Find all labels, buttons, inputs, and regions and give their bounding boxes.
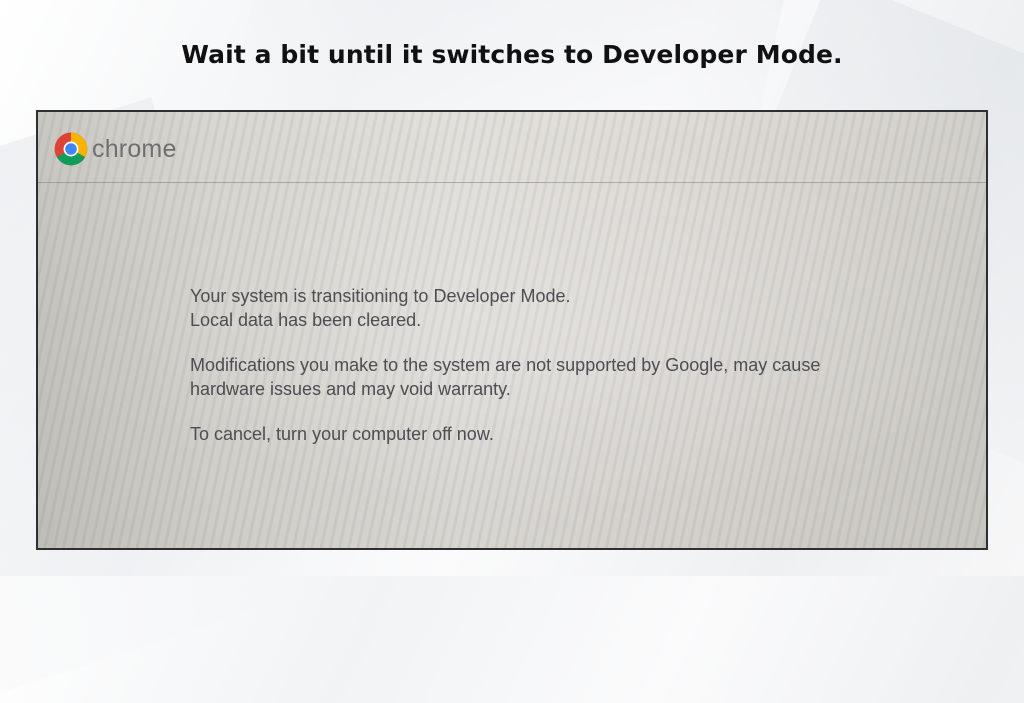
message-line: Local data has been cleared.	[190, 310, 422, 330]
message-line: Your system is transitioning to Develope…	[190, 286, 571, 306]
cancel-paragraph: To cancel, turn your computer off now.	[190, 422, 930, 446]
chrome-brand: chrome	[54, 132, 177, 166]
developer-mode-message: Your system is transitioning to Develope…	[190, 284, 930, 467]
chrome-logo-icon	[54, 132, 88, 166]
message-line: hardware issues and may void warranty.	[190, 379, 511, 399]
message-line: To cancel, turn your computer off now.	[190, 424, 494, 444]
header-divider	[38, 182, 986, 183]
brand-name: chrome	[92, 134, 177, 163]
warning-paragraph: Modifications you make to the system are…	[190, 353, 930, 401]
page-headline: Wait a bit until it switches to Develope…	[181, 40, 843, 69]
transition-paragraph: Your system is transitioning to Develope…	[190, 284, 930, 332]
message-line: Modifications you make to the system are…	[190, 355, 821, 375]
screen-photo: chrome Your system is transitioning to D…	[36, 110, 988, 550]
